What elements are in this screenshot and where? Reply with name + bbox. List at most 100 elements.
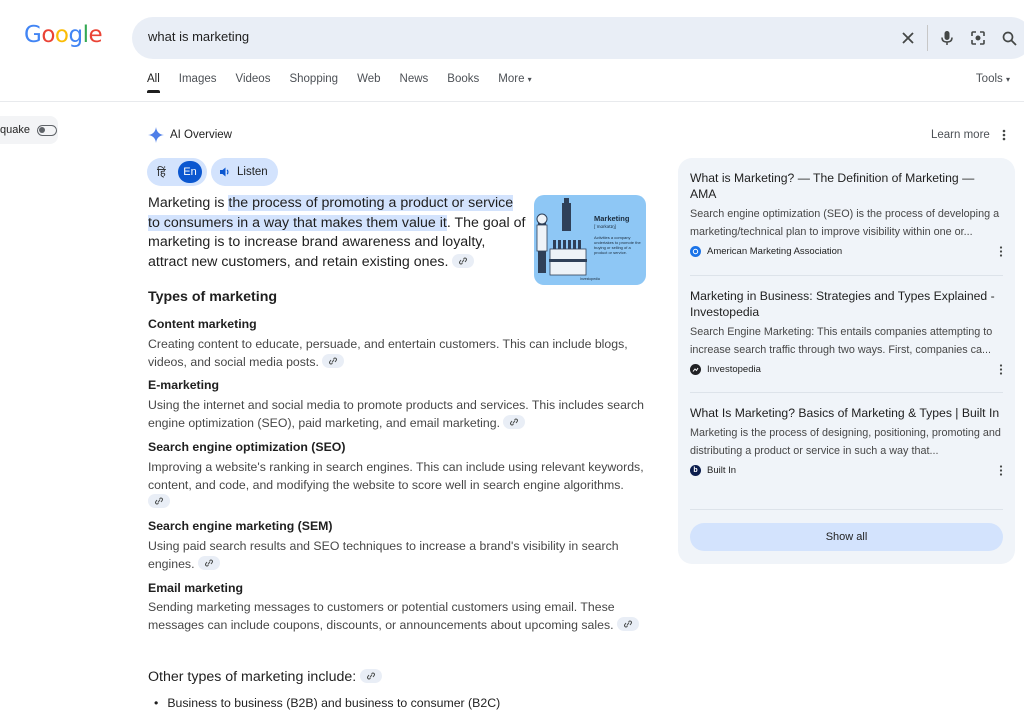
tools-button[interactable]: Tools ▾ — [976, 73, 1010, 85]
section-title: Content marketing — [148, 317, 257, 331]
source-snippet: Search Engine Marketing: This entails co… — [690, 326, 993, 356]
section-body: Using paid search results and SEO techni… — [148, 538, 648, 573]
source-site-name: American Marketing Association — [707, 246, 843, 257]
source-title[interactable]: What Is Marketing? Basics of Marketing &… — [690, 405, 1003, 421]
tab-news[interactable]: News — [400, 73, 429, 93]
thumbnail-pronunciation: [ˈmɑrkətɪŋ] — [594, 224, 616, 229]
source-options-icon[interactable] — [999, 465, 1003, 479]
section-body: Creating content to educate, persuade, a… — [148, 336, 648, 371]
citation-link-icon[interactable] — [148, 494, 170, 509]
section-text: Improving a website's ranking in search … — [148, 460, 644, 492]
source-divider — [690, 392, 1003, 393]
logo-letter: e — [88, 22, 103, 48]
tab-videos[interactable]: Videos — [236, 73, 271, 93]
thumbnail-title: Marketing — [594, 214, 630, 223]
section-text: Sending marketing messages to customers … — [148, 600, 615, 632]
source-divider — [690, 275, 1003, 276]
tab-books[interactable]: Books — [447, 73, 479, 93]
section-title: Email marketing — [148, 581, 243, 595]
source-divider — [690, 509, 1003, 510]
source-title[interactable]: What is Marketing? — The Definition of M… — [690, 170, 1003, 202]
overview-lead-paragraph: Marketing is the process of promoting a … — [148, 194, 526, 272]
source-options-icon[interactable] — [999, 246, 1003, 260]
logo-letter: o — [54, 22, 69, 48]
tab-images[interactable]: Images — [179, 73, 217, 93]
tab-more-label: More — [498, 73, 525, 85]
header-divider — [0, 101, 1024, 102]
source-site: Investopedia — [690, 364, 1003, 375]
lead-text: Marketing is — [148, 195, 229, 211]
tab-shopping[interactable]: Shopping — [289, 73, 338, 93]
search-icon[interactable] — [998, 27, 1020, 49]
quake-label: quake — [0, 124, 30, 136]
lang-hindi-option[interactable]: हिं — [157, 165, 166, 180]
sources-panel: What is Marketing? — The Definition of M… — [678, 158, 1015, 564]
builtin-favicon-icon: b — [690, 465, 701, 476]
language-switcher: हिं En — [147, 158, 207, 186]
search-divider — [927, 25, 928, 51]
other-types-heading: Other types of marketing include: — [148, 669, 383, 685]
tools-label: Tools — [975, 73, 1003, 85]
citation-link-icon[interactable] — [616, 616, 639, 631]
source-title[interactable]: Marketing in Business: Strategies and Ty… — [690, 288, 1003, 320]
search-tabs: All Images Videos Shopping Web News Book… — [147, 73, 551, 93]
camera-search-icon[interactable] — [967, 27, 989, 49]
source-options-icon[interactable] — [999, 364, 1003, 378]
source-site-name: Built In — [707, 465, 737, 476]
logo-letter: g — [68, 22, 83, 48]
google-logo[interactable]: Google — [24, 22, 103, 48]
section-text: Using the internet and social media to p… — [148, 398, 645, 430]
tab-all[interactable]: All — [147, 73, 160, 93]
thumbnail-description: Activities a company undertakes to promo… — [594, 235, 641, 255]
search-input[interactable]: what is marketing — [148, 29, 249, 44]
citation-link-icon[interactable] — [503, 414, 526, 429]
ai-overview-header: AI Overview — [148, 127, 232, 143]
other-types-text: Other types of marketing include: — [148, 669, 357, 685]
source-site: American Marketing Association — [690, 246, 1003, 257]
section-body: Using the internet and social media to p… — [148, 397, 648, 432]
source-snippet: Search engine optimization (SEO) is the … — [690, 208, 1000, 238]
section-text: Creating content to educate, persuade, a… — [148, 337, 628, 369]
gemini-sparkle-icon — [148, 127, 164, 143]
section-body: Sending marketing messages to customers … — [148, 599, 648, 634]
citation-link-icon[interactable] — [322, 353, 345, 368]
logo-letter: G — [24, 22, 42, 48]
section-body: Improving a website's ranking in search … — [148, 459, 648, 512]
overview-thumbnail-image[interactable]: Marketing [ˈmɑrkətɪŋ] Activities a compa… — [534, 195, 646, 285]
source-card[interactable]: What is Marketing? — The Definition of M… — [690, 170, 1003, 257]
microphone-icon[interactable] — [936, 27, 958, 49]
caret-down-icon: ▾ — [1005, 75, 1010, 84]
lang-english-option[interactable]: En — [178, 161, 202, 183]
ai-overview-title: AI Overview — [170, 129, 232, 141]
citation-link-icon[interactable] — [452, 253, 475, 268]
list-item: Business to business (B2B) and business … — [154, 696, 500, 710]
investopedia-favicon-icon — [690, 364, 701, 375]
search-box[interactable]: what is marketing — [132, 17, 1024, 59]
source-snippet: Marketing is the process of designing, p… — [690, 427, 1001, 457]
source-site: b Built In — [690, 465, 1003, 476]
section-title: Search engine optimization (SEO) — [148, 440, 346, 454]
source-card[interactable]: Marketing in Business: Strategies and Ty… — [690, 288, 1003, 375]
ama-favicon-icon — [690, 246, 701, 257]
show-all-button[interactable]: Show all — [690, 523, 1003, 551]
section-title: E-marketing — [148, 378, 220, 392]
source-site-name: Investopedia — [707, 364, 761, 375]
citation-link-icon[interactable] — [360, 669, 383, 683]
types-heading: Types of marketing — [148, 289, 278, 305]
listen-button[interactable]: Listen — [211, 158, 278, 186]
clear-icon[interactable] — [897, 27, 919, 49]
tab-more[interactable]: More ▾ — [498, 73, 531, 93]
toggle-switch[interactable] — [36, 124, 57, 136]
section-title: Search engine marketing (SEM) — [148, 519, 333, 533]
speaker-icon — [220, 167, 229, 177]
citation-link-icon[interactable] — [197, 555, 220, 570]
source-card[interactable]: What Is Marketing? Basics of Marketing &… — [690, 405, 1003, 476]
listen-label: Listen — [237, 166, 268, 178]
learn-more-link[interactable]: Learn more — [931, 129, 990, 141]
logo-letter: o — [41, 22, 55, 48]
tab-web[interactable]: Web — [357, 73, 380, 93]
more-options-icon[interactable] — [1002, 128, 1006, 146]
caret-down-icon: ▾ — [527, 75, 532, 84]
thumbnail-brand: Investopedia — [580, 277, 600, 281]
quake-toggle-chip[interactable]: quake — [0, 116, 58, 144]
